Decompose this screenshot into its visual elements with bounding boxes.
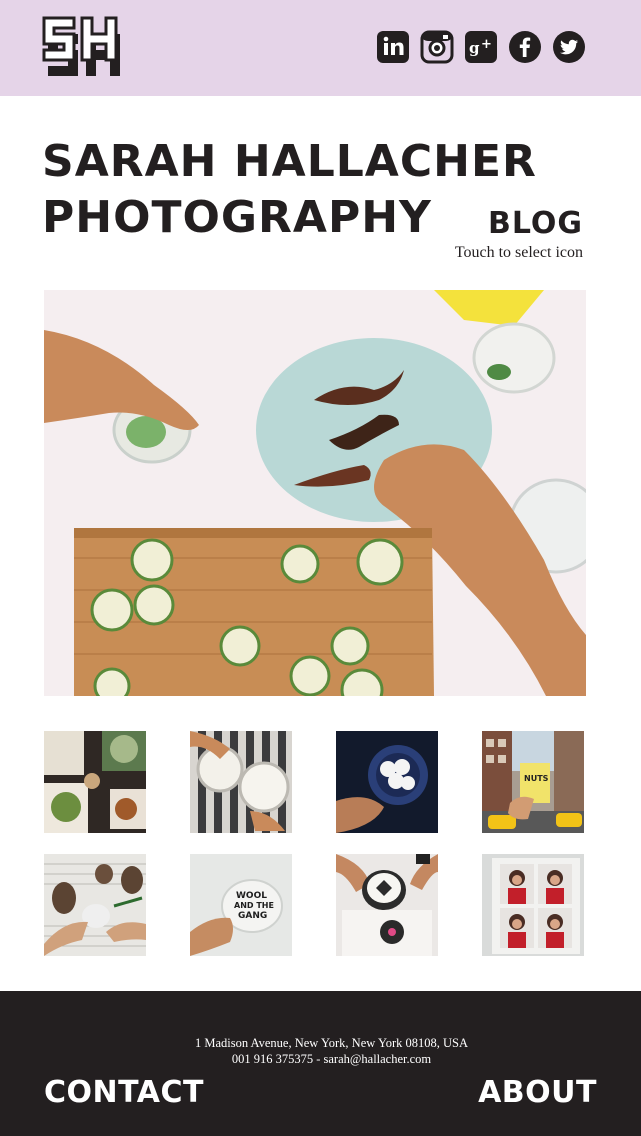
- contact-link[interactable]: CONTACT: [44, 1075, 204, 1110]
- thumbnail-8[interactable]: [482, 854, 584, 956]
- footer-bar: 1 Madison Avenue, New York, New York 081…: [0, 991, 641, 1136]
- logo-text: SH: [42, 14, 44, 15]
- touch-hint: Touch to select icon: [454, 244, 583, 261]
- svg-text:g: g: [469, 39, 480, 57]
- thumbnail-2[interactable]: [190, 731, 292, 833]
- page-title: SARAH HALLACHER PHOTOGRAPHY: [42, 134, 537, 246]
- google-plus-icon[interactable]: g +: [464, 30, 498, 64]
- svg-text:NUTS: NUTS: [524, 774, 549, 783]
- svg-text:GANG: GANG: [238, 911, 267, 921]
- social-links: g +: [376, 30, 586, 64]
- thumbnail-3[interactable]: [336, 731, 438, 833]
- title-line-1: SARAH HALLACHER: [42, 136, 537, 187]
- svg-text:AND THE: AND THE: [234, 901, 274, 910]
- header-bar: SH g +: [0, 0, 641, 96]
- title-line-2: PHOTOGRAPHY: [42, 192, 432, 243]
- address-line: 1 Madison Avenue, New York, New York 081…: [194, 1036, 469, 1050]
- svg-text:+: +: [481, 37, 492, 52]
- about-link[interactable]: ABOUT: [478, 1075, 597, 1110]
- featured-photo[interactable]: [44, 290, 586, 696]
- svg-text:WOOL: WOOL: [236, 891, 267, 901]
- linkedin-icon[interactable]: [376, 30, 410, 64]
- contact-info: 1 Madison Avenue, New York, New York 081…: [0, 1035, 641, 1067]
- thumbnail-5[interactable]: [44, 854, 146, 956]
- blog-heading[interactable]: BLOG: [488, 206, 583, 241]
- phone-email-line[interactable]: 001 916 375375 - sarah@hallacher.com: [0, 1051, 641, 1067]
- thumbnail-7[interactable]: [336, 854, 438, 956]
- facebook-icon[interactable]: [508, 30, 542, 64]
- thumbnail-1[interactable]: [44, 731, 146, 833]
- twitter-icon[interactable]: [552, 30, 586, 64]
- instagram-icon[interactable]: [420, 30, 454, 64]
- thumbnail-6[interactable]: WOOL AND THE GANG: [190, 854, 292, 956]
- thumbnail-4[interactable]: NUTS: [482, 731, 584, 833]
- sh-logo[interactable]: SH: [42, 14, 132, 80]
